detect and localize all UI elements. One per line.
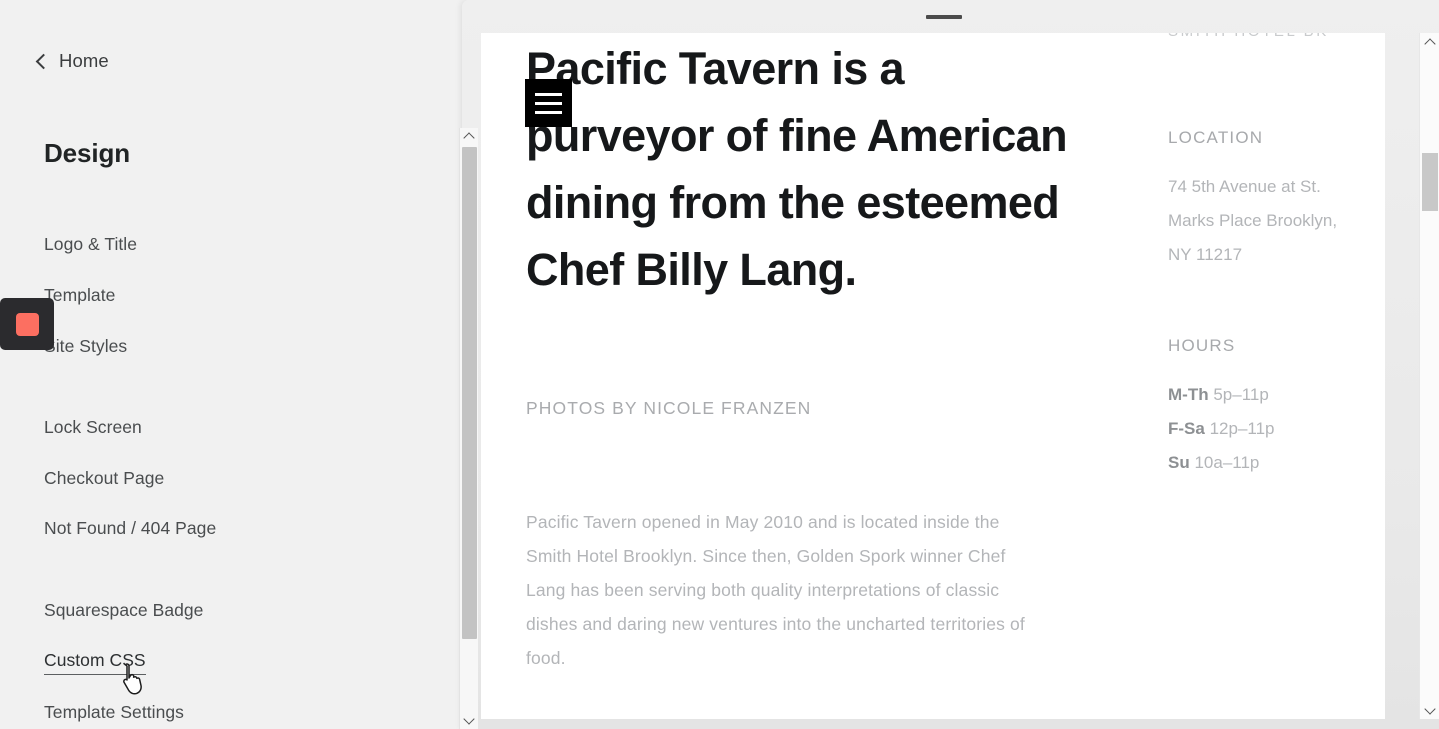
hamburger-bar-2	[535, 101, 562, 105]
preview-scroll-up-button[interactable]	[1420, 33, 1439, 51]
stop-record-square	[15, 312, 39, 336]
chevron-up-icon	[463, 132, 475, 144]
sidebar-item-checkout-page[interactable]: Checkout Page	[44, 468, 164, 489]
stop-record-icon[interactable]	[0, 298, 54, 350]
hours-time: 10a–11p	[1194, 453, 1260, 472]
hours-row: M-Th 5p–11p	[1168, 378, 1343, 412]
hours-list: M-Th 5p–11p F-Sa 12p–11p Su 10a–11p	[1168, 378, 1343, 480]
sidebar-item-custom-css[interactable]: Custom CSS	[44, 650, 146, 675]
page-title: Design	[44, 138, 131, 168]
site-preview-page: SMITH HOTEL BK Pacific Tavern is a purve…	[481, 33, 1385, 719]
sidebar-item-lock-screen[interactable]: Lock Screen	[44, 417, 142, 438]
app-root: Home Design Logo & Title Template Site Sty…	[0, 0, 1439, 729]
hamburger-menu-icon[interactable]	[525, 79, 572, 127]
back-to-home-button[interactable]: Home	[35, 50, 109, 72]
location-heading: LOCATION	[1168, 128, 1264, 147]
preview-body-paragraph: Pacific Tavern opened in May 2010 and is…	[526, 512, 1025, 668]
preview-scrollbar-thumb[interactable]	[1422, 153, 1438, 211]
preview-scroll-down-button[interactable]	[1420, 701, 1439, 719]
hours-days: F-Sa	[1168, 419, 1205, 438]
sidebar-scrollbar-thumb[interactable]	[462, 147, 477, 639]
hours-days: M-Th	[1168, 385, 1209, 404]
sidebar-scroll-up-button[interactable]	[460, 128, 478, 145]
hamburger-bar-3	[535, 110, 562, 114]
hours-row: Su 10a–11p	[1168, 446, 1343, 480]
sidebar-item-template-settings[interactable]: Template Settings	[44, 702, 184, 723]
location-address: 74 5th Avenue at St. Marks Place Brookly…	[1168, 177, 1338, 264]
preview-headline: Pacific Tavern is a purveyor of fine Ame…	[526, 43, 1068, 295]
sidebar-item-squarespace-badge[interactable]: Squarespace Badge	[44, 600, 203, 621]
back-to-home-label: Home	[59, 50, 109, 71]
hours-row: F-Sa 12p–11p	[1168, 412, 1343, 446]
preview-clipped-top-text: SMITH HOTEL BK	[1168, 33, 1329, 40]
sidebar-item-not-found-404-page[interactable]: Not Found / 404 Page	[44, 518, 216, 539]
sidebar-item-site-styles[interactable]: Site Styles	[44, 336, 127, 357]
minimize-button[interactable]	[926, 10, 962, 24]
sidebar-item-logo-title[interactable]: Logo & Title	[44, 234, 137, 255]
hours-days: Su	[1168, 453, 1190, 472]
preview-scrollbar[interactable]	[1419, 33, 1439, 719]
hours-time: 12p–11p	[1209, 419, 1275, 438]
chevron-left-icon	[35, 53, 52, 70]
hamburger-bar-1	[535, 92, 562, 96]
chevron-up-icon	[1423, 37, 1436, 50]
preview-meta-column: LOCATION 74 5th Avenue at St. Marks Plac…	[1168, 128, 1343, 480]
minimize-icon	[926, 15, 962, 19]
design-sidebar: Home Design Logo & Title Template Site Sty…	[0, 0, 481, 729]
sidebar-scroll-down-button[interactable]	[460, 712, 478, 729]
sidebar-scrollbar[interactable]	[459, 128, 478, 729]
sidebar-item-template[interactable]: Template	[44, 285, 115, 306]
hours-heading: HOURS	[1168, 336, 1236, 355]
chevron-down-icon	[463, 713, 475, 725]
preview-photo-credit: PHOTOS BY NICOLE FRANZEN	[526, 398, 812, 418]
hours-time: 5p–11p	[1213, 385, 1269, 404]
hours-block: HOURS M-Th 5p–11p F-Sa 12p–11p Su 10a–11p	[1168, 336, 1343, 480]
chevron-down-icon	[1423, 702, 1436, 715]
